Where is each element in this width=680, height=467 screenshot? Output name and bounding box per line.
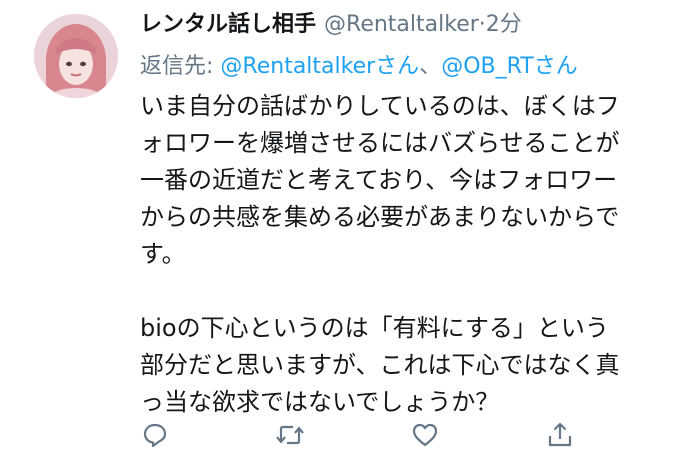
avatar[interactable] (34, 14, 118, 98)
retweet-button[interactable] (275, 420, 305, 450)
tweet-text: いま自分の話ばかりしているのは、ぼくはフ ォロワーを爆増させるにはバズらせること… (140, 88, 660, 421)
mention-rentaltalker[interactable]: @Rentaltalkerさん (220, 54, 419, 79)
tweet-text-line: 一番の近道だと考えており、今はフォロワー (140, 166, 618, 194)
avatar-image (34, 14, 118, 98)
tweet-text-line: す。 (140, 240, 186, 268)
tweet-text-line: ォロワーを爆増させるにはバズらせることが (140, 129, 620, 157)
paragraph-break (140, 273, 660, 310)
separator-dot: · (478, 12, 486, 37)
like-button[interactable] (410, 420, 440, 450)
user-handle[interactable]: @Rentaltalker (324, 12, 479, 37)
reply-prefix: 返信先: (140, 54, 214, 79)
tweet-actions (140, 420, 610, 456)
mention-joiner: 、 (419, 54, 442, 79)
share-icon (548, 422, 572, 447)
tweet-text-line: 部分だと思いますが、これは下心ではなく真 (140, 351, 620, 379)
mention-ob-rt[interactable]: @OB_RTさん (441, 54, 578, 79)
tweet: レンタル話し相手 @Rentaltalker·2分 返信先: @Rentaltal… (0, 0, 680, 467)
tweet-text-line: からの共感を集める必要があまりないからで (140, 203, 620, 231)
tweet-text-line: bioの下心というのは「有料にする」という (140, 314, 609, 342)
share-button[interactable] (545, 420, 575, 450)
tweet-text-line: っ当な欲求ではないでしょうか？ (140, 388, 500, 416)
reply-to-line: 返信先: @Rentaltalkerさん、@OB_RTさん (140, 52, 578, 82)
reply-button[interactable] (140, 420, 170, 450)
reply-icon (143, 423, 167, 448)
timestamp[interactable]: 2分 (486, 12, 522, 37)
like-icon (412, 423, 438, 447)
tweet-header: レンタル話し相手 @Rentaltalker·2分 (140, 10, 522, 40)
retweet-icon (276, 425, 304, 445)
display-name[interactable]: レンタル話し相手 (140, 12, 316, 37)
tweet-text-line: いま自分の話ばかりしているのは、ぼくはフ (140, 92, 620, 120)
